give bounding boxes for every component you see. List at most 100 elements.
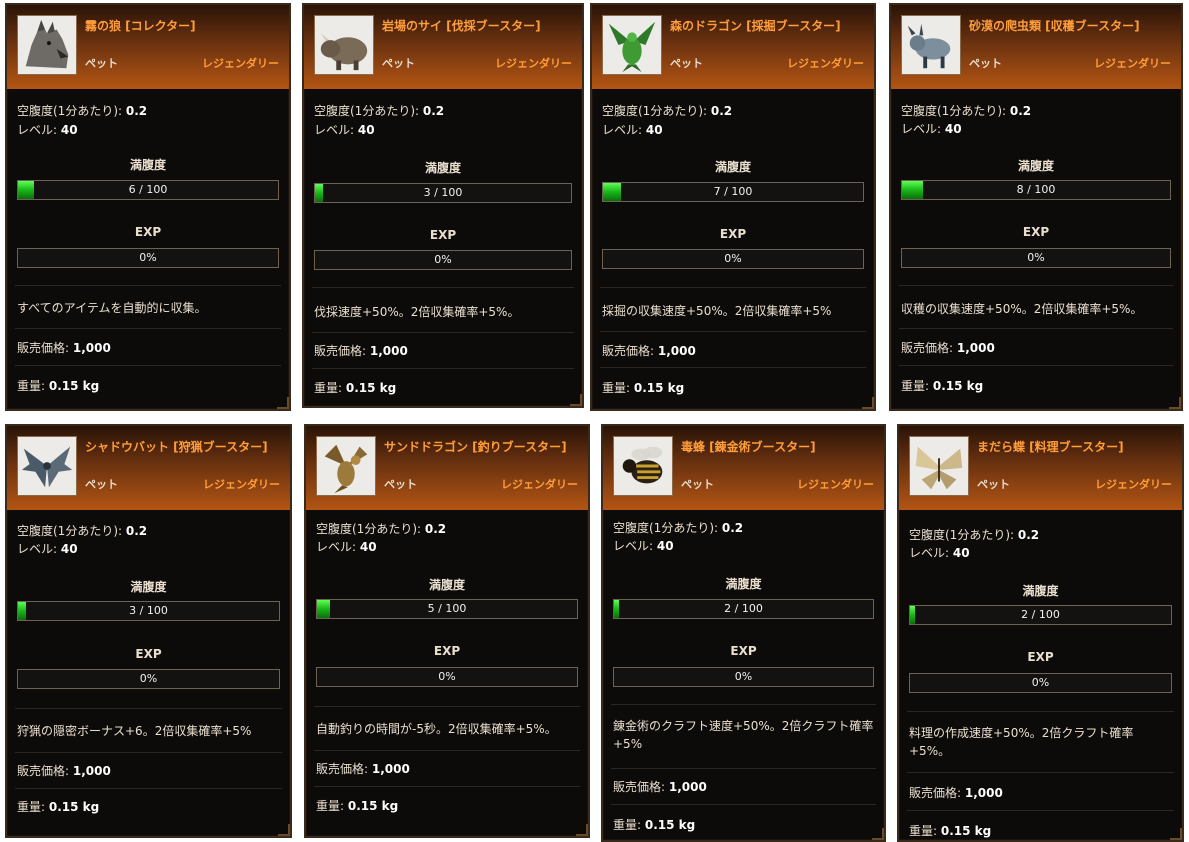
pet-type: ペット	[969, 57, 1002, 70]
pet-name: シャドウバット [狩猟ブースター]	[85, 440, 268, 454]
exp-value: 0%	[139, 251, 157, 264]
exp-value: 0%	[434, 253, 452, 266]
level-label: レベル:	[909, 546, 950, 560]
price-value: 1,000	[964, 786, 1003, 800]
satiety-value: 7 / 100	[713, 185, 753, 198]
exp-label: EXP	[1027, 650, 1054, 664]
hunger-rate-value: 0.2	[125, 524, 148, 538]
weight-value: 0.15 kg	[345, 381, 397, 395]
weight-value: 0.15 kg	[48, 379, 100, 393]
exp-value: 0%	[734, 670, 753, 683]
satiety-label: 満腹度	[424, 161, 461, 175]
pet-card-forest-dragon: 森のドラゴン [採掘ブースター] ペット レジェンダリー 空腹度(1分あたり):…	[590, 3, 876, 411]
satiety-bar: 2 / 100	[613, 599, 874, 619]
pet-description: 収穫の収集速度+50%。2倍収集確率+5%。	[901, 302, 1143, 316]
reptile-icon	[901, 15, 961, 75]
pet-description: すべてのアイテムを自動的に収集。	[17, 301, 207, 315]
level-value: 40	[952, 546, 970, 560]
pet-type: ペット	[681, 478, 714, 491]
exp-bar: 0%	[17, 669, 280, 689]
price-label: 販売価格:	[901, 341, 954, 355]
pet-type: ペット	[670, 57, 703, 70]
pet-type: ペット	[85, 478, 118, 491]
level-value: 40	[656, 539, 674, 553]
dragon-icon	[602, 15, 662, 75]
satiety-value: 5 / 100	[427, 602, 467, 615]
level-label: レベル:	[602, 123, 643, 137]
hunger-rate-label: 空腹度(1分あたり):	[909, 528, 1015, 542]
satiety-value: 3 / 100	[129, 604, 168, 617]
satiety-value: 2 / 100	[724, 602, 763, 615]
satiety-value: 2 / 100	[1021, 608, 1060, 621]
weight-label: 重量:	[909, 824, 938, 838]
exp-label: EXP	[135, 647, 162, 661]
level-value: 40	[645, 123, 663, 137]
level-value: 40	[60, 542, 78, 556]
satiety-bar: 3 / 100	[314, 183, 572, 203]
exp-value: 0%	[438, 670, 456, 683]
sand-dragon-icon	[316, 436, 376, 496]
level-value: 40	[357, 123, 375, 137]
hunger-rate-value: 0.2	[710, 104, 733, 118]
pet-card-mist-wolf: 霧の狼 [コレクター] ペット レジェンダリー 空腹度(1分あたり): 0.2 …	[5, 3, 291, 411]
price-value: 1,000	[72, 341, 111, 355]
weight-label: 重量:	[314, 381, 343, 395]
price-label: 販売価格:	[314, 344, 367, 358]
bat-icon	[17, 436, 77, 496]
satiety-label: 満腹度	[1022, 584, 1059, 598]
pet-rarity: レジェンダリー	[501, 478, 578, 491]
weight-label: 重量:	[316, 799, 345, 813]
weight-value: 0.15 kg	[932, 379, 984, 393]
price-label: 販売価格:	[613, 780, 666, 794]
pet-type: ペット	[384, 478, 417, 491]
level-label: レベル:	[17, 542, 58, 556]
price-value: 1,000	[657, 344, 696, 358]
pet-card-poison-bee: 毒蜂 [錬金術ブースター] ペット レジェンダリー 空腹度(1分あたり): 0.…	[601, 424, 886, 842]
price-label: 販売価格:	[316, 762, 369, 776]
pet-type: ペット	[85, 57, 118, 70]
pet-description: 料理の作成速度+50%。2倍クラフト確率+5%。	[909, 726, 1134, 758]
pet-name: 森のドラゴン [採掘ブースター]	[670, 19, 841, 33]
pet-card-rock-rhino: 岩場のサイ [伐採ブースター] ペット レジェンダリー 空腹度(1分あたり): …	[302, 3, 584, 408]
pet-card-desert-reptile: 砂漠の爬虫類 [収穫ブースター] ペット レジェンダリー 空腹度(1分あたり):…	[889, 3, 1183, 411]
pet-name: 岩場のサイ [伐採ブースター]	[382, 19, 541, 33]
satiety-label: 満腹度	[130, 580, 167, 594]
satiety-value: 6 / 100	[128, 183, 168, 196]
pet-card-sand-dragon: サンドドラゴン [釣りブースター] ペット レジェンダリー 空腹度(1分あたり)…	[304, 424, 590, 838]
satiety-bar: 2 / 100	[909, 605, 1172, 625]
satiety-bar: 6 / 100	[17, 180, 279, 200]
rhino-icon	[314, 15, 374, 75]
exp-value: 0%	[139, 672, 158, 685]
weight-label: 重量:	[613, 818, 642, 832]
pet-rarity: レジェンダリー	[202, 57, 279, 70]
price-label: 販売価格:	[602, 344, 655, 358]
price-label: 販売価格:	[17, 764, 70, 778]
satiety-bar: 3 / 100	[17, 601, 280, 621]
pet-rarity: レジェンダリー	[495, 57, 572, 70]
pet-rarity: レジェンダリー	[1095, 478, 1172, 491]
hunger-rate-label: 空腹度(1分あたり):	[602, 104, 708, 118]
satiety-value: 8 / 100	[1016, 183, 1056, 196]
pet-description: 狩猟の隠密ボーナス+6。2倍収集確率+5%	[17, 724, 252, 738]
price-label: 販売価格:	[17, 341, 70, 355]
pet-rarity: レジェンダリー	[203, 478, 280, 491]
level-label: レベル:	[17, 123, 58, 137]
satiety-bar: 7 / 100	[602, 182, 864, 202]
pet-type: ペット	[382, 57, 415, 70]
hunger-rate-label: 空腹度(1分あたり):	[17, 524, 123, 538]
hunger-rate-label: 空腹度(1分あたり):	[17, 104, 123, 118]
satiety-label: 満腹度	[714, 160, 751, 174]
exp-bar: 0%	[901, 248, 1171, 268]
pet-name: まだら蝶 [料理ブースター]	[977, 440, 1124, 454]
satiety-label: 満腹度	[129, 158, 166, 172]
satiety-label: 満腹度	[428, 578, 465, 592]
pet-description: 伐採速度+50%。2倍収集確率+5%。	[314, 305, 520, 319]
level-value: 40	[944, 122, 962, 136]
exp-bar: 0%	[909, 673, 1172, 693]
hunger-rate-value: 0.2	[125, 104, 148, 118]
exp-label: EXP	[719, 227, 747, 241]
exp-value: 0%	[1031, 676, 1050, 689]
pet-description: 採掘の収集速度+50%。2倍収集確率+5%	[602, 304, 832, 318]
pet-name: 毒蜂 [錬金術ブースター]	[681, 440, 816, 454]
butterfly-icon	[909, 436, 969, 496]
